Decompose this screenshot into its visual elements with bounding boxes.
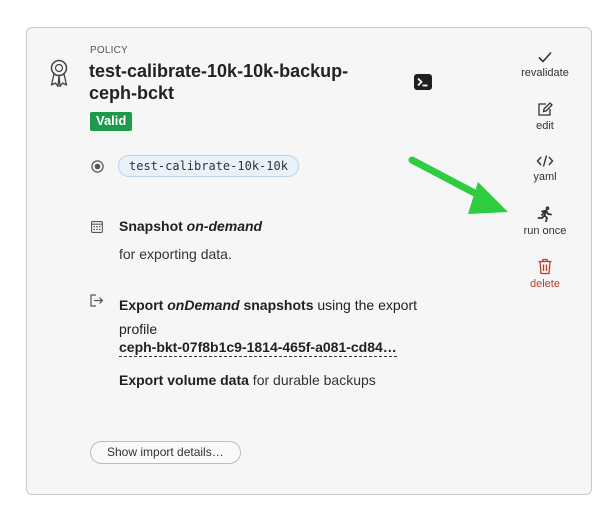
export-label: Export onDemand snapshots using the expo… — [119, 293, 419, 341]
running-person-icon — [537, 206, 552, 222]
award-ribbon-icon — [50, 59, 68, 88]
terminal-icon — [417, 77, 428, 87]
green-arrow-annotation — [408, 156, 508, 214]
export-icon — [90, 294, 104, 307]
export-mode: onDemand — [167, 297, 240, 313]
snapshot-label: Snapshot on-demand — [119, 218, 262, 234]
edit-icon — [538, 102, 553, 116]
revalidate-button[interactable]: revalidate — [510, 50, 580, 79]
code-icon — [536, 155, 554, 167]
policy-eyebrow: POLICY — [90, 45, 128, 56]
status-badge: Valid — [90, 112, 133, 131]
export-volume-bold: Export volume data — [119, 372, 249, 388]
export-suffix: snapshots — [239, 297, 314, 313]
yaml-button[interactable]: yaml — [510, 154, 580, 183]
export-volume-line: Export volume data for durable backups — [119, 372, 376, 388]
target-chip[interactable]: test-calibrate-10k-10k — [118, 155, 299, 177]
revalidate-label: revalidate — [521, 67, 569, 79]
snapshot-mode: on-demand — [186, 218, 263, 234]
trash-icon — [538, 258, 552, 275]
terminal-button[interactable] — [414, 74, 432, 90]
export-volume-rest: for durable backups — [248, 372, 376, 388]
export-profile-link[interactable]: ceph-bkt-07f8b1c9-1814-465f-a081-cd84… — [119, 339, 397, 357]
run-once-button[interactable]: run once — [510, 206, 580, 237]
delete-label: delete — [530, 278, 560, 290]
export-prefix: Export — [119, 297, 168, 313]
yaml-label: yaml — [533, 171, 557, 183]
target-icon — [91, 160, 104, 173]
edit-label: edit — [536, 120, 554, 132]
snapshot-prefix: Snapshot — [119, 218, 187, 234]
edit-button[interactable]: edit — [510, 102, 580, 132]
delete-button[interactable]: delete — [510, 258, 580, 290]
policy-title: test-calibrate-10k-10k-backup-ceph-bckt — [89, 61, 349, 103]
check-icon — [538, 51, 552, 63]
snapshot-description: for exporting data. — [119, 246, 232, 262]
run-once-label: run once — [523, 225, 567, 237]
show-import-details-button[interactable]: Show import details… — [90, 441, 241, 464]
calendar-icon — [91, 221, 103, 233]
